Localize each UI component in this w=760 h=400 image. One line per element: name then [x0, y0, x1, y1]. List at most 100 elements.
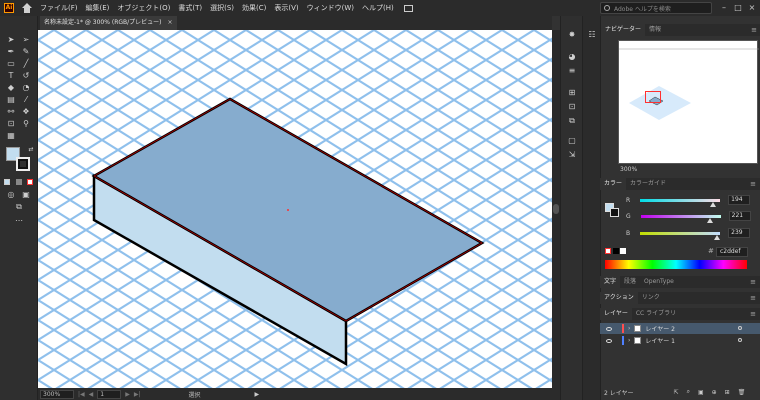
play-icon[interactable]: ▶ [255, 391, 260, 398]
tab-layers[interactable]: レイヤー [600, 308, 632, 320]
type-panel-menu-icon[interactable]: ≡ [750, 278, 756, 286]
menu-select[interactable]: 選択(S) [210, 3, 234, 13]
eyedropper-tool-icon[interactable]: ⁄ [21, 95, 31, 105]
close-window-icon[interactable]: × [746, 2, 758, 14]
g-value-field[interactable]: 221 [728, 211, 751, 221]
stroke-color-swatch[interactable] [16, 157, 30, 171]
hex-value-field[interactable]: c2ddef [716, 247, 748, 257]
type-tool-icon[interactable]: T [6, 71, 16, 81]
layer-row[interactable]: › レイヤー 2 [600, 323, 760, 334]
g-track[interactable] [640, 214, 721, 223]
navigator-preview[interactable] [618, 40, 759, 164]
workspace-switcher-icon[interactable] [403, 4, 413, 12]
gradient-mode-icon[interactable] [16, 179, 22, 185]
direct-selection-tool-icon[interactable]: ➢ [21, 35, 31, 45]
white-swatch[interactable] [620, 248, 626, 254]
b-track[interactable] [640, 231, 721, 240]
curvature-tool-icon[interactable]: ✎ [21, 47, 31, 57]
document-tab[interactable]: 名称未設定-1* @ 300% (RGB/プレビュー) × [40, 16, 177, 30]
slider-r[interactable]: R 194 [604, 195, 751, 207]
g-thumb[interactable] [706, 217, 713, 223]
eraser-tool-icon[interactable]: ◆ [6, 83, 16, 93]
visibility-eye-icon[interactable] [606, 338, 612, 343]
prev-page-icon[interactable]: ◀ [89, 391, 94, 398]
scroll-thumb[interactable] [553, 204, 559, 214]
tab-cc-libraries[interactable]: CC ライブラリ [632, 308, 680, 320]
transform-icon[interactable]: ⊡ [567, 102, 577, 112]
none-mode-icon[interactable] [27, 179, 33, 185]
vertical-scrollbar[interactable] [552, 30, 560, 388]
page-number-field[interactable]: 1 [97, 389, 122, 399]
menu-object[interactable]: オブジェクト(O) [117, 3, 170, 13]
shape-builder-tool-icon[interactable]: ◔ [21, 83, 31, 93]
tab-color-guide[interactable]: カラーガイド [626, 178, 670, 190]
clipping-mask-icon[interactable]: ▣ [698, 389, 704, 396]
new-sublayer-icon[interactable]: ⊕ [712, 389, 717, 396]
paintbrush-tool-icon[interactable]: ╱ [21, 59, 31, 69]
tab-navigator[interactable]: ナビゲーター [601, 24, 646, 36]
swap-colors-icon[interactable]: ⇄ [26, 145, 36, 155]
tab-paragraph[interactable]: 段落 [620, 276, 640, 288]
slider-b[interactable]: B 239 [604, 228, 751, 240]
r-thumb[interactable] [710, 201, 717, 207]
locate-object-icon[interactable]: ⌕ [687, 388, 690, 396]
align-icon[interactable]: ⊞ [567, 88, 577, 98]
menu-effect[interactable]: 効果(C) [242, 3, 266, 13]
navigator-view-rect[interactable] [645, 91, 661, 103]
color-spectrum[interactable] [605, 260, 747, 269]
color-mode-icon[interactable] [4, 179, 10, 185]
first-page-icon[interactable]: |◀ [78, 391, 85, 398]
menu-file[interactable]: ファイル(F) [40, 3, 78, 13]
tab-links[interactable]: リンク [638, 292, 664, 304]
expand-chevron-icon[interactable]: › [628, 337, 630, 344]
export-icon[interactable]: ⇲ [567, 150, 577, 160]
rectangle-tool-icon[interactable]: ▭ [6, 59, 16, 69]
edit-toolbar-icon[interactable]: ⋯ [14, 216, 24, 226]
zoom-tool-icon[interactable]: ⚲ [21, 119, 31, 129]
tab-character[interactable]: 文字 [600, 276, 621, 288]
layer-name[interactable]: レイヤー 2 [645, 324, 675, 333]
menu-type[interactable]: 書式(T) [178, 3, 202, 13]
color-panel-menu-icon[interactable]: ≡ [750, 180, 756, 188]
tab-color[interactable]: カラー [600, 178, 627, 190]
layer-row[interactable]: › レイヤー 1 [600, 335, 760, 346]
export-layer-icon[interactable]: ⇱ [674, 389, 679, 396]
graph-tool-icon[interactable]: ▦ [6, 131, 16, 141]
menu-window[interactable]: ウィンドウ(W) [307, 3, 354, 13]
navigator-zoom[interactable]: 300% [620, 166, 637, 173]
pen-tool-icon[interactable]: ✒ [6, 47, 16, 57]
layers-panel-menu-icon[interactable]: ≡ [750, 310, 756, 318]
delete-layer-icon[interactable]: 🗑 [738, 389, 746, 396]
menu-view[interactable]: 表示(V) [274, 3, 298, 13]
last-page-icon[interactable]: ▶| [134, 391, 141, 398]
change-screen-mode-icon[interactable]: ⧉ [14, 202, 24, 212]
maximize-icon[interactable]: □ [732, 2, 744, 14]
black-swatch[interactable] [613, 248, 619, 254]
home-icon[interactable] [22, 3, 32, 13]
symbol-sprayer-tool-icon[interactable]: ❖ [21, 107, 31, 117]
close-tab-icon[interactable]: × [168, 19, 173, 26]
menu-lines-icon[interactable]: ≡ [567, 66, 577, 76]
rotate-tool-icon[interactable]: ↺ [21, 71, 31, 81]
expand-chevron-icon[interactable]: › [628, 325, 630, 332]
none-swatch-icon[interactable] [605, 248, 611, 254]
appearance-icon[interactable]: ✸ [567, 30, 577, 40]
artboard-tool-icon[interactable]: ⊡ [6, 119, 16, 129]
draw-mode-icon[interactable]: ◎ [6, 190, 16, 200]
zoom-level-field[interactable]: 300% [40, 389, 74, 399]
minimize-icon[interactable]: – [718, 2, 730, 14]
gradient-tool-icon[interactable]: ▤ [6, 95, 16, 105]
width-tool-icon[interactable]: ⚯ [6, 107, 16, 117]
artboards-icon[interactable]: ▢ [567, 136, 577, 146]
selection-tool-icon[interactable]: ➤ [6, 35, 16, 45]
pathfinder-icon[interactable]: ⧉ [567, 116, 577, 126]
visibility-eye-icon[interactable] [606, 326, 612, 331]
next-page-icon[interactable]: ▶ [125, 391, 130, 398]
tab-info[interactable]: 情報 [645, 24, 665, 36]
layer-target-icon[interactable] [738, 338, 742, 342]
layer-name[interactable]: レイヤー 1 [645, 336, 675, 345]
b-thumb[interactable] [714, 234, 721, 240]
menu-edit[interactable]: 編集(E) [86, 3, 110, 13]
actions-panel-menu-icon[interactable]: ≡ [750, 294, 756, 302]
artboard-canvas[interactable] [38, 30, 552, 388]
